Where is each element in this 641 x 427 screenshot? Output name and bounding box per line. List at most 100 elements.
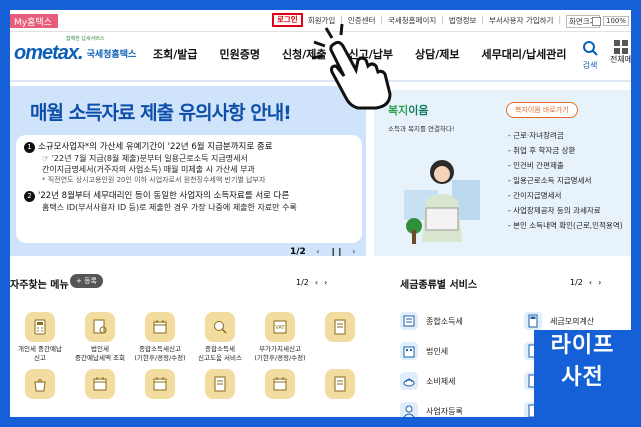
banner-page-indicator: 1/2 (290, 247, 306, 257)
life-dictionary-badge: 라이프 사전 (534, 330, 631, 417)
tax-service-label: 세금모의계산 (550, 316, 595, 326)
woman-illustration-icon (404, 160, 480, 244)
divider: | (481, 15, 484, 24)
income-tax-icon (403, 315, 415, 327)
welfare-item[interactable]: 간이지급명세서 (508, 188, 623, 203)
favorite-icon-wrap (85, 312, 115, 342)
notice-item-1-detail: ☞ '22년 7월 지급(8월 제출)분부터 일용근로소득 지급명세서 (42, 154, 248, 163)
next-arrow-icon[interactable]: › (598, 278, 601, 287)
tax-service-item[interactable]: 종합소득세 (400, 312, 524, 330)
zoom-checkbox[interactable] (592, 16, 601, 26)
prev-arrow-icon[interactable]: ‹ (589, 278, 592, 287)
welfare-item[interactable]: 근로·자녀장려금 (508, 128, 623, 143)
document-icon (334, 319, 346, 335)
favorite-label-line-2: (기한후/경정/수정) (254, 354, 306, 362)
search-label: 검색 (582, 61, 598, 70)
tax-services-title: 세금종류별 서비스 (400, 280, 478, 291)
pause-icon[interactable]: ❙❙ (330, 246, 343, 258)
favorite-icon-wrap (25, 369, 55, 399)
favorite-icon-wrap (205, 369, 235, 399)
next-arrow-icon[interactable]: › (348, 246, 360, 258)
favorite-menu-item[interactable]: 종합소득세신고 (기한후/경정/수정) (130, 312, 190, 363)
banner-title: 매월 소득자료 제출 유의사항 안내! (30, 102, 292, 124)
banner-pager: 1/2 ‹ ❙❙ › (290, 246, 360, 258)
nav-inquiry-issue[interactable]: 조회/발급 (153, 46, 198, 62)
welfare-shortcut-button[interactable]: 복지이음 바로가기 (506, 102, 578, 118)
logo-name: 국세청홈택스 (86, 50, 137, 60)
welfare-item[interactable]: 인건비 간편제출 (508, 158, 623, 173)
logo-mark: ometax. (14, 42, 84, 64)
nav-civil-certificate[interactable]: 민원증명 (220, 46, 260, 62)
favorite-label-line-2: 중간예납세액 조회 (75, 354, 125, 362)
favorite-label-line-2: 신고 (34, 354, 46, 362)
all-menu-button[interactable]: 전체메뉴 (610, 40, 631, 65)
favorite-menu-item[interactable] (190, 369, 250, 402)
favorite-label-line-1: 법인세 (91, 345, 109, 353)
notice-card: 1 소규모사업자*의 가산세 유예기간이 '22년 6월 지급분까지로 종료 ☞ … (16, 135, 362, 243)
tax-services-page-indicator: 1/2 (570, 278, 583, 287)
welfare-item[interactable]: 취업 후 학자금 상환 (508, 143, 623, 158)
number-2-icon: 2 (24, 191, 35, 202)
favorite-label-line-2: (기한후/경정/수정) (134, 354, 186, 362)
favorite-menu-item[interactable]: 개인세 중간예납 신고 (10, 312, 70, 363)
nav-tax-agent[interactable]: 세무대리/납세관리 (481, 46, 566, 62)
welfare-item[interactable]: 일용근로소득 지급명세서 (508, 173, 623, 188)
divider: | (558, 15, 561, 24)
notice-item-2-detail: 홈택스 ID(부서사용자 ID 등)로 제출한 경우 가장 나중에 제출한 자료… (42, 203, 297, 212)
tax-service-item[interactable]: 세금모의계산 (524, 312, 631, 330)
favorite-label-line-1: 부가가치세신고 (259, 345, 301, 353)
favorite-icon-wrap (205, 312, 235, 342)
tax-service-icon-wrap (400, 372, 418, 390)
favorite-icon-wrap (145, 369, 175, 399)
notice-banner[interactable]: 매월 소득자료 제출 유의사항 안내! 1 소규모사업자*의 가산세 유예기간이 … (10, 86, 366, 258)
favorites-section: 자주찾는 메뉴 + 등록 1/2 ‹ › 개인세 중간예납 신고 법인세 중간예납세액… (10, 260, 366, 417)
document-icon (214, 376, 226, 392)
prev-arrow-icon[interactable]: ‹ (312, 246, 324, 258)
favorite-label-line-1: 개인세 중간예납 (18, 345, 62, 353)
favorite-menu-item[interactable] (310, 312, 370, 363)
welfare-link-panel[interactable]: 복지이음 소득과 복지를 연결하다! 복지이음 바로가기 근로·자녀장려금 취업… (374, 90, 631, 256)
favorite-icon-wrap (145, 312, 175, 342)
zoom-control: 100% + (592, 14, 631, 28)
calendar-icon (153, 320, 167, 334)
welfare-item[interactable]: 본인 소득내역 확인(근로,인적용역) (508, 218, 623, 233)
number-1-icon: 1 (24, 142, 35, 153)
notice-item-2: 2'22년 8월부터 세무대리인 등이 동일한 사업자의 소득자료를 서로 다른 (24, 190, 354, 202)
favorite-menu-item[interactable] (70, 369, 130, 402)
favorite-menu-item[interactable] (10, 369, 70, 402)
favorite-menu-item[interactable] (130, 369, 190, 402)
tax-service-item[interactable]: 소비제세 (400, 372, 524, 390)
favorite-menu-item[interactable]: VAT 부가가치세신고 (기한후/경정/수정) (250, 312, 310, 363)
favorite-icon-wrap (325, 369, 355, 399)
welfare-list: 근로·자녀장려금 취업 후 학자금 상환 인건비 간편제출 일용근로소득 지급명… (508, 128, 623, 233)
favorite-menu-item[interactable] (310, 369, 370, 402)
favorite-menu-item[interactable]: 법인세 중간예납세액 조회 (70, 312, 130, 363)
nav-consult-report[interactable]: 상담/제보 (415, 46, 460, 62)
search-button[interactable]: 검색 (575, 40, 605, 71)
favorite-label-line-1: 종합소득세신고 (139, 345, 181, 353)
favorite-label-line-1: 종합소득세 (205, 345, 235, 353)
favorite-menu-item[interactable]: 종합소득세 신고도움 서비스 (190, 312, 250, 363)
prev-arrow-icon[interactable]: ‹ (315, 278, 318, 287)
tax-service-label: 종합소득세 (426, 316, 463, 326)
welfare-item[interactable]: 사업장제공자 등의 과세자료 (508, 203, 623, 218)
notice-item-1: 1 소규모사업자*의 가산세 유예기간이 '22년 6월 지급분까지로 종료 (24, 141, 354, 153)
login-link[interactable]: 로그인 (272, 13, 303, 27)
tax-service-item[interactable]: 사업자등록 (400, 402, 524, 417)
my-hometax-link[interactable]: My홈택스 (10, 14, 58, 28)
tax-service-item[interactable]: 법인세 (400, 342, 524, 360)
calculator-icon (528, 314, 538, 328)
dept-user-signup-link[interactable]: 부서사용자 가입하기 (489, 15, 553, 28)
next-arrow-icon[interactable]: › (324, 278, 327, 287)
law-info-link[interactable]: 법령정보 (449, 15, 477, 28)
grid-menu-icon (614, 40, 628, 54)
svg-text:VAT: VAT (275, 325, 285, 331)
hometax-logo[interactable]: 함께한 납세서비스 ometax. 국세청홈택스 (14, 36, 137, 65)
register-favorite-button[interactable]: + 등록 (70, 274, 103, 288)
favorite-menu-item[interactable] (250, 369, 310, 402)
tax-service-label: 사업자등록 (426, 406, 463, 416)
tax-service-icon-wrap (400, 312, 418, 330)
tax-service-icon-wrap (400, 402, 418, 417)
divider: | (441, 15, 444, 24)
notice-item-1-note: * 직전연도 상시고용인원 20인 이하 사업자로서 원천징수세액 반기별 납부… (42, 176, 266, 184)
